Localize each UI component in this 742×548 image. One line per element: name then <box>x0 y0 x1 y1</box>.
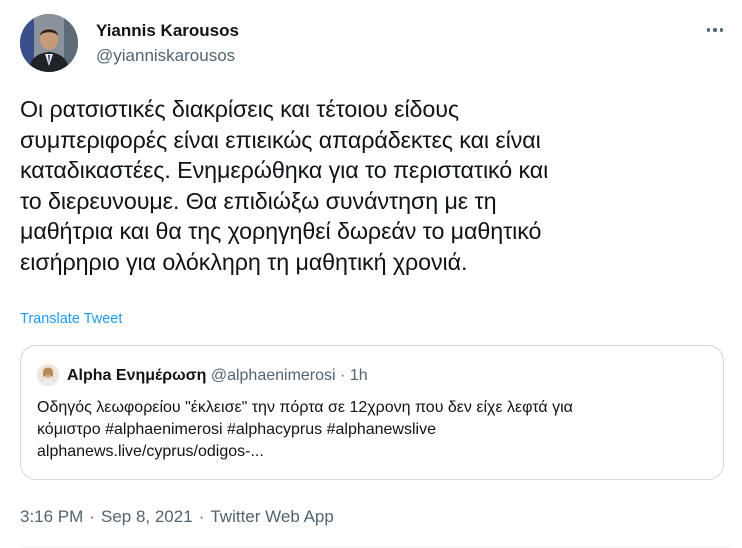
tweet-date[interactable]: Sep 8, 2021 <box>101 507 193 526</box>
more-horizontal-icon-dot <box>713 28 717 32</box>
tweet-time[interactable]: 3:16 PM <box>20 507 83 526</box>
divider <box>20 546 732 547</box>
quoted-author-name[interactable]: Alpha Ενημέρωση <box>67 367 206 384</box>
meta-separator: · <box>89 507 95 526</box>
more-horizontal-icon <box>706 28 711 32</box>
quoted-tweet-text: Οδηγός λεωφορείου "έκλεισε" την πόρτα σε… <box>37 399 573 460</box>
tweet-card: Yiannis Karousos @yianniskarousos Οι ρατ… <box>0 0 742 548</box>
quoted-avatar-image <box>37 364 59 386</box>
quoted-separator: · <box>340 367 346 384</box>
more-horizontal-icon-dot <box>719 28 724 32</box>
author-handle[interactable]: @yianniskarousos <box>96 46 235 66</box>
author-avatar-image <box>20 14 78 72</box>
quoted-tweet-header: Alpha Ενημέρωση @alphaenimerosi · 1h <box>67 366 368 386</box>
tweet-text: Οι ρατσιστικές διακρίσεις και τέτοιου εί… <box>20 96 549 275</box>
quoted-author-avatar[interactable] <box>37 364 59 386</box>
author-name[interactable]: Yiannis Karousos <box>96 21 239 41</box>
tweet-source[interactable]: Twitter Web App <box>210 507 333 526</box>
tweet-meta: 3:16 PM · Sep 8, 2021 · Twitter Web App <box>20 506 334 528</box>
meta-separator: · <box>198 507 205 526</box>
quoted-author-handle[interactable]: @alphaenimerosi <box>211 367 336 384</box>
quoted-timestamp[interactable]: 1h <box>350 367 368 384</box>
quoted-tweet[interactable]: Alpha Ενημέρωση @alphaenimerosi · 1h Οδη… <box>20 345 724 480</box>
translate-tweet-link[interactable]: Translate Tweet <box>20 310 122 328</box>
more-options-button[interactable] <box>700 20 730 40</box>
author-avatar[interactable] <box>20 14 78 72</box>
